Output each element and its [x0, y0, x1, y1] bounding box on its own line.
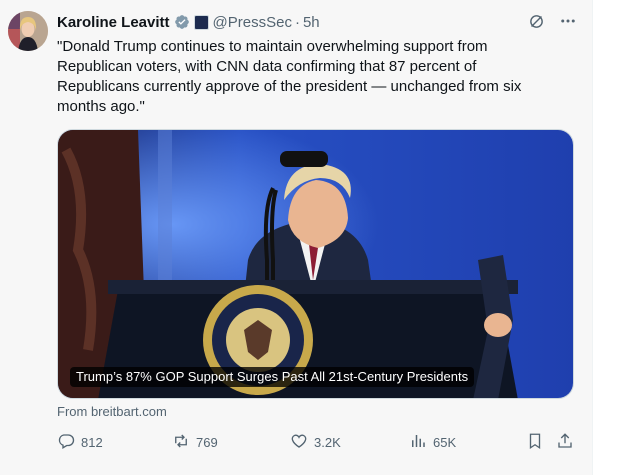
repost-button[interactable]: 769 — [172, 430, 218, 454]
author-handle[interactable]: @PressSec — [213, 14, 292, 31]
views-count: 65K — [433, 434, 457, 450]
author-avatar[interactable] — [8, 11, 48, 51]
repost-icon — [172, 432, 190, 453]
views-icon — [409, 432, 427, 453]
author-name[interactable]: Karoline Leavitt — [57, 14, 170, 31]
link-card-image[interactable] — [57, 129, 574, 399]
link-source[interactable]: From breitbart.com — [57, 404, 167, 419]
reply-icon — [57, 432, 75, 453]
verified-badge-icon[interactable] — [174, 14, 190, 30]
header-actions — [528, 12, 577, 35]
tweet-header: Karoline Leavitt @PressSec · 5h — [57, 12, 320, 32]
heart-icon — [290, 432, 308, 453]
repost-count: 769 — [196, 434, 218, 450]
bookmark-icon — [526, 432, 544, 453]
tweet[interactable]: Karoline Leavitt @PressSec · 5h "Donald … — [0, 0, 592, 475]
bookmark-button[interactable] — [526, 430, 544, 454]
more-icon[interactable] — [559, 12, 577, 35]
share-icon — [556, 432, 574, 453]
tweet-timestamp[interactable]: 5h — [303, 14, 320, 31]
affiliation-badge-icon[interactable] — [193, 14, 209, 30]
reply-count: 812 — [81, 434, 103, 450]
avatar-photo — [8, 11, 48, 51]
views-button[interactable]: 65K — [409, 430, 456, 454]
tweet-text: "Donald Trump continues to maintain over… — [57, 38, 522, 115]
link-card-title[interactable]: Trump’s 87% GOP Support Surges Past All … — [70, 367, 475, 387]
separator-dot: · — [294, 13, 300, 31]
right-gutter — [592, 0, 618, 475]
grok-icon[interactable] — [528, 13, 545, 35]
share-button[interactable] — [556, 430, 574, 454]
tweet-actions: 812 769 3.2K 65K — [57, 430, 577, 454]
reply-button[interactable]: 812 — [57, 430, 103, 454]
photo-podium-speaker — [58, 130, 573, 398]
like-count: 3.2K — [314, 434, 341, 450]
like-button[interactable]: 3.2K — [290, 430, 341, 454]
